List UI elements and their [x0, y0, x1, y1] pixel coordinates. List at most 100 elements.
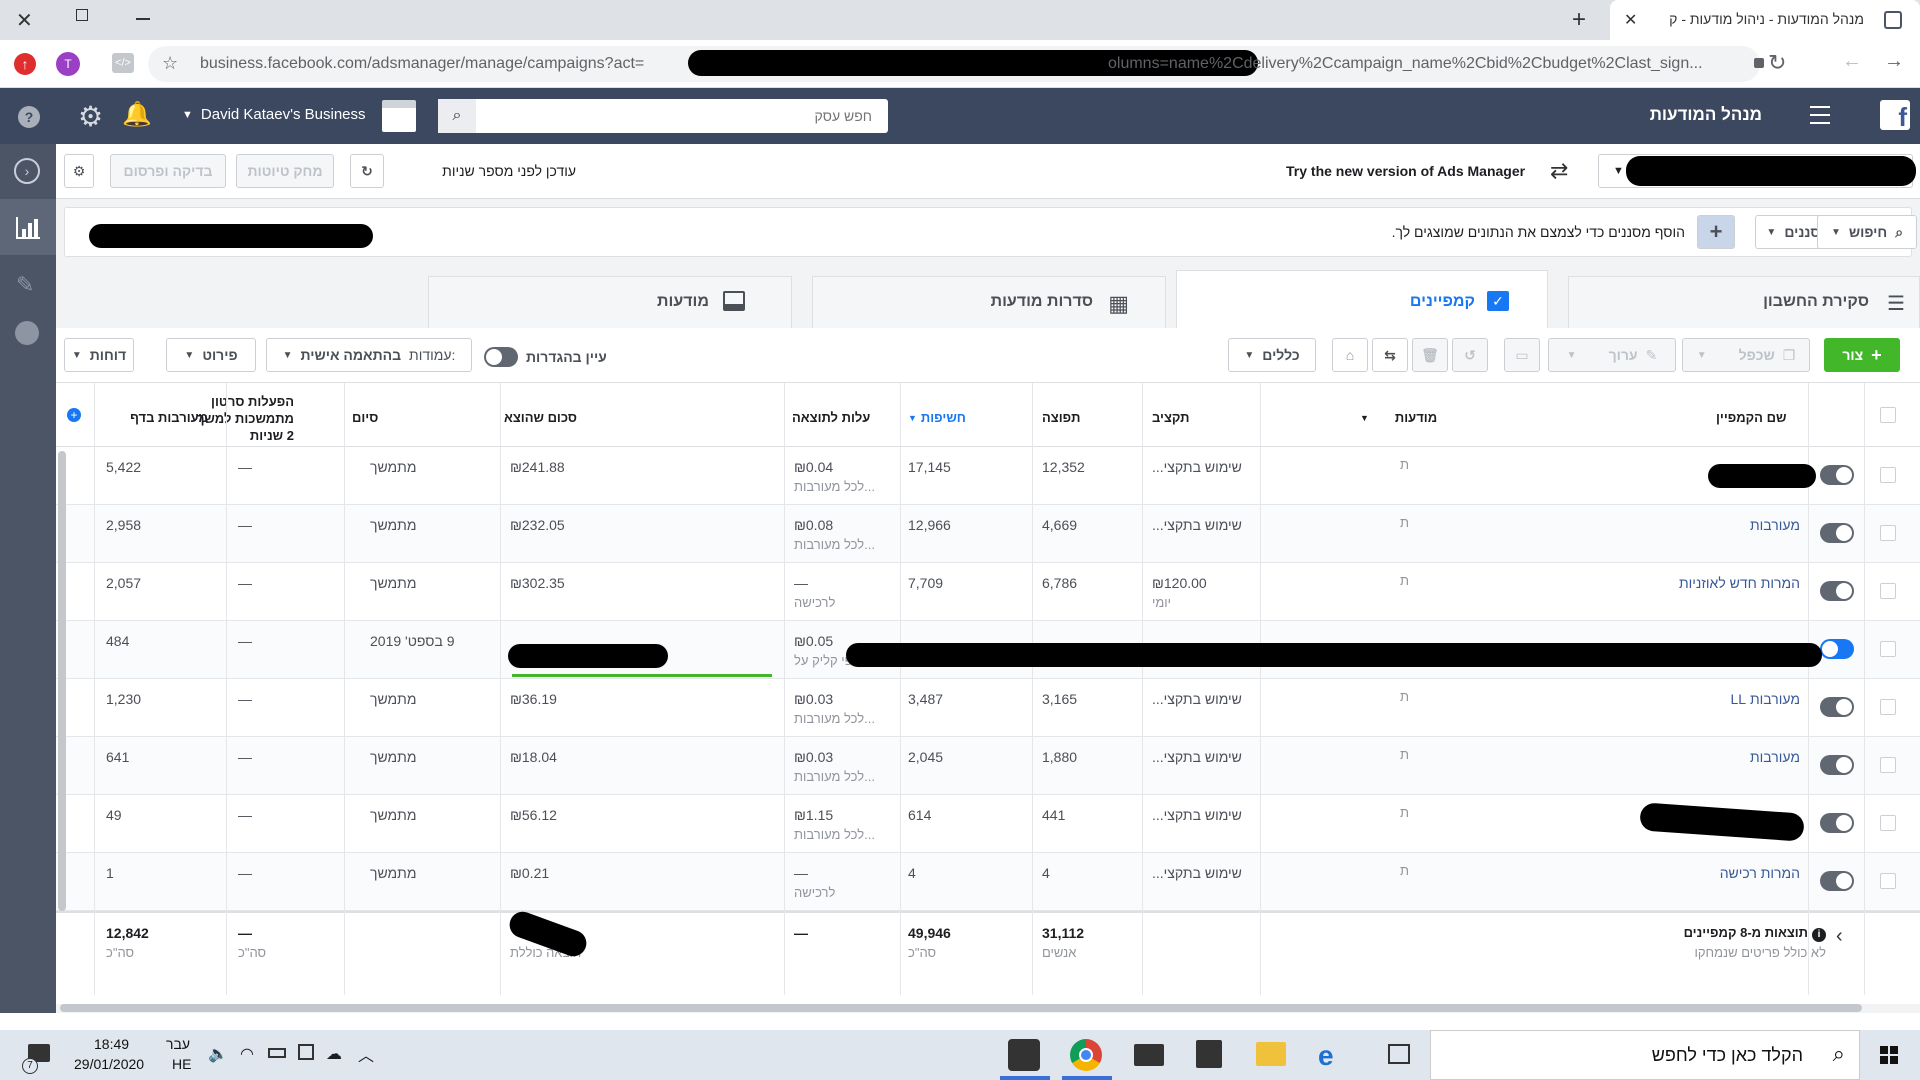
campaign-status-toggle[interactable] — [1820, 523, 1854, 543]
nav-edit-pencil-icon[interactable]: ✎ — [16, 272, 34, 298]
discard-drafts-button[interactable]: מחק טיוטות — [236, 154, 334, 188]
campaign-name-link[interactable]: המרות רכישה — [1556, 865, 1800, 881]
nav-history-clock-icon[interactable] — [15, 321, 39, 345]
row-checkbox[interactable] — [1880, 873, 1896, 889]
select-all-checkbox[interactable] — [1880, 407, 1896, 423]
campaign-name-link[interactable]: מעורבות — [1556, 749, 1800, 765]
table-row[interactable]: 5,422 — מתמשך ₪241.88 ₪0.04 לכל מעורבות... 17,… — [56, 447, 1920, 505]
restore-window-icon[interactable] — [76, 9, 88, 21]
row-checkbox[interactable] — [1880, 583, 1896, 599]
col-ends[interactable]: סיום — [352, 410, 378, 425]
clock-time[interactable]: 18:49 — [94, 1036, 129, 1052]
tab-account-overview[interactable]: סקירת החשבון ☰ — [1568, 276, 1920, 328]
duplicate-button[interactable]: ▼ שכפל ❐ — [1682, 338, 1810, 372]
language-top[interactable]: עבר — [166, 1036, 190, 1052]
devtools-icon[interactable]: </> — [112, 53, 134, 73]
volume-icon[interactable]: 🔈 — [208, 1044, 228, 1064]
taskbar-search[interactable]: הקלד כאן כדי לחפש ⌕ — [1430, 1030, 1860, 1080]
row-checkbox[interactable] — [1880, 525, 1896, 541]
forward-icon[interactable]: ← — [1842, 50, 1862, 73]
meet-now-icon[interactable] — [298, 1044, 314, 1060]
vertical-scrollbar[interactable] — [58, 451, 66, 911]
business-selector[interactable]: ▼ David Kataev's Business — [182, 106, 366, 123]
row-checkbox[interactable] — [1880, 467, 1896, 483]
create-button[interactable]: צור + — [1824, 338, 1900, 372]
col-reach[interactable]: תפוצה — [1042, 410, 1080, 425]
profile-avatar[interactable]: T — [56, 52, 80, 76]
reports-dropdown[interactable]: ▼ דוחות — [64, 338, 134, 372]
try-new-version-link[interactable]: Try the new version of Ads Manager — [1286, 163, 1525, 179]
campaign-status-toggle[interactable] — [1820, 581, 1854, 601]
battery-icon[interactable] — [268, 1048, 286, 1058]
reload-icon[interactable]: ↻ — [1768, 50, 1786, 76]
active-tab[interactable]: ✕ מנהל המודעות - ניהול מודעות - ק — [1610, 0, 1920, 40]
notifications-bell-icon[interactable]: 🔔 — [122, 100, 152, 129]
help-icon[interactable]: ? — [18, 106, 40, 128]
col-ads[interactable]: ▼ מודעות — [1360, 410, 1437, 425]
info-icon[interactable]: i — [1812, 928, 1826, 942]
chrome-icon[interactable] — [1070, 1039, 1102, 1071]
row-checkbox[interactable] — [1880, 641, 1896, 657]
columns-dropdown[interactable]: ▼ בהתאמה אישית עמודות: — [266, 338, 472, 372]
mail-icon[interactable] — [1134, 1044, 1164, 1066]
clipboard-button[interactable]: ▭ — [1504, 338, 1540, 372]
row-checkbox[interactable] — [1880, 757, 1896, 773]
table-row[interactable]: 2,958 — מתמשך ₪232.05 ₪0.08 לכל מעורבות... 12,… — [56, 505, 1920, 563]
edit-button[interactable]: ▼ ערוך ✎ — [1548, 338, 1676, 372]
row-checkbox[interactable] — [1880, 699, 1896, 715]
tab-ad-sets[interactable]: סדרות מודעות ▦ — [812, 276, 1166, 328]
toggle-switch[interactable] — [484, 347, 518, 367]
table-row[interactable]: 641 — מתמשך ₪18.04 ₪0.03 לכל מעורבות... 2,045 1… — [56, 737, 1920, 795]
col-cost-per-result[interactable]: עלות לתוצאה — [792, 410, 870, 425]
rules-dropdown[interactable]: ▼ כללים — [1228, 338, 1316, 372]
edge-icon[interactable]: e — [1318, 1040, 1334, 1072]
bookmark-star-icon[interactable]: ☆ — [162, 53, 178, 74]
table-row[interactable]: 49 — מתמשך ₪56.12 ₪1.15 לכל מעורבות... 614 441 ש… — [56, 795, 1920, 853]
windows-start-icon[interactable] — [1880, 1046, 1898, 1064]
app-icon-1[interactable] — [1008, 1039, 1040, 1071]
col-amount-spent[interactable]: סכום שהוצא — [504, 410, 577, 425]
nav-reporting-icon[interactable] — [0, 199, 56, 255]
campaign-status-toggle[interactable] — [1820, 871, 1854, 891]
refresh-button[interactable]: ↻ — [350, 154, 384, 188]
language-bottom[interactable]: HE — [172, 1056, 191, 1072]
campaign-status-toggle[interactable] — [1820, 697, 1854, 717]
col-budget[interactable]: תקציב — [1152, 410, 1189, 425]
table-row[interactable]: 1,230 — מתמשך ₪36.19 ₪0.03 לכל מעורבות... 3,48… — [56, 679, 1920, 737]
minimize-window-icon[interactable] — [136, 18, 150, 20]
close-window-icon[interactable]: ✕ — [16, 8, 33, 33]
file-explorer-icon[interactable] — [1256, 1042, 1286, 1066]
table-row[interactable]: 2,057 — מתמשך ₪302.35 — לרכישה 7,709 6,786 ₪120.… — [56, 563, 1920, 621]
horizontal-scrollbar[interactable] — [60, 1004, 1862, 1012]
campaign-status-toggle[interactable] — [1820, 755, 1854, 775]
expand-nav-icon[interactable]: › — [14, 158, 40, 184]
facebook-logo[interactable]: f — [1880, 100, 1910, 130]
campaign-name-link[interactable]: המרות חדש לאוזניות — [1556, 575, 1800, 591]
campaign-status-toggle[interactable] — [1820, 813, 1854, 833]
task-view-icon[interactable] — [1388, 1044, 1410, 1064]
col-campaign-name[interactable]: שם הקמפיין — [1716, 410, 1786, 425]
wifi-icon[interactable]: ◠ — [240, 1044, 254, 1064]
table-row[interactable]: 1 — מתמשך ₪0.21 — לרכישה 4 4 שימוש בתקצי... ת המרו… — [56, 853, 1920, 911]
tag-button[interactable]: ⌂ — [1332, 338, 1368, 372]
settings-button[interactable]: ⚙ — [64, 154, 94, 188]
tab-ads[interactable]: מודעות — [428, 276, 792, 328]
back-icon[interactable]: → — [1884, 50, 1904, 73]
business-card-icon[interactable] — [382, 100, 416, 132]
search-dropdown[interactable]: ▼ חיפוש ⌕ — [1817, 215, 1917, 249]
hamburger-menu-icon[interactable] — [1810, 106, 1830, 124]
tray-chevron-up-icon[interactable]: ︿ — [358, 1042, 374, 1066]
business-search-input[interactable] — [478, 99, 882, 133]
col-impressions[interactable]: ▼ חשיפות — [908, 410, 966, 425]
campaign-status-toggle[interactable] — [1820, 465, 1854, 485]
url-bar[interactable]: ☆ business.facebook.com/adsmanager/manag… — [148, 46, 1764, 82]
row-checkbox[interactable] — [1880, 815, 1896, 831]
business-search[interactable]: ⌕ — [438, 99, 888, 133]
breakdown-dropdown[interactable]: ▼ פירוט — [166, 338, 256, 372]
undo-button[interactable]: ↺ — [1452, 338, 1488, 372]
extension-icon[interactable]: ↑ — [14, 53, 36, 75]
tab-campaigns[interactable]: קמפיינים ✓ — [1176, 270, 1548, 330]
chevron-left-icon[interactable]: ‹ — [1836, 925, 1843, 948]
add-filter-button[interactable]: + — [1697, 215, 1735, 249]
review-publish-button[interactable]: בדיקה ופרסום — [110, 154, 226, 188]
